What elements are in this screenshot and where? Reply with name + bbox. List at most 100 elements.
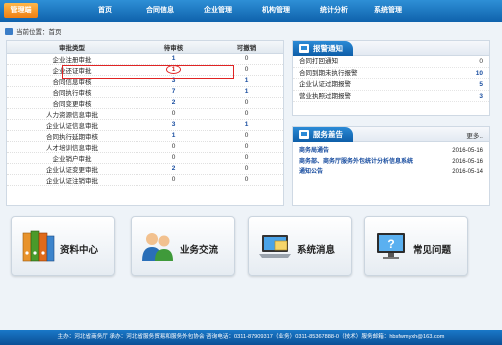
alert-count: 0 bbox=[479, 58, 483, 65]
table-row[interactable]: 企业销户审批 0 0 bbox=[7, 152, 283, 164]
audit-table-panel: 审批类型 待审核 可撤销 企业注册审批 1 0 企业还证审批 1 0 合同信息审核 3 1 合同执… bbox=[6, 40, 284, 206]
notices-title-tab: 服务盖告 bbox=[293, 126, 353, 142]
cell-revocable[interactable]: 1 bbox=[210, 86, 283, 98]
alerts-title-tab: 报警通知 bbox=[293, 40, 353, 56]
notice-date: 2016-05-16 bbox=[452, 158, 483, 165]
cell-revocable[interactable]: 0 bbox=[210, 152, 283, 164]
alert-count: 5 bbox=[479, 81, 483, 88]
highlight-circle: 1 bbox=[166, 65, 181, 74]
alerts-title: 报警通知 bbox=[313, 43, 343, 53]
cell-pending[interactable]: 0 bbox=[137, 108, 210, 120]
col-header-pending: 待审核 bbox=[137, 41, 210, 54]
laptop-icon bbox=[259, 235, 291, 258]
cell-pending[interactable]: 1 bbox=[137, 64, 210, 76]
col-header-type: 审批类型 bbox=[7, 41, 137, 54]
table-row[interactable]: 合同执行审核 7 1 bbox=[7, 86, 283, 98]
nav-statistics[interactable]: 统计分析 bbox=[314, 0, 354, 22]
alert-label: 合同打回通知 bbox=[299, 58, 338, 65]
col-header-revocable: 可撤销 bbox=[210, 41, 283, 54]
table-row[interactable]: 人才培训信息审批 0 0 bbox=[7, 141, 283, 153]
cell-type: 人力资源信息审批 bbox=[7, 108, 137, 120]
alerts-panel: 报警通知 合同打回通知 0 合同到期未执行报警 10 企业认证过期报警 5 营业执照过期报警… bbox=[292, 40, 490, 116]
notices-header: 服务盖告 更多.. bbox=[293, 126, 489, 142]
tile-business-exchange[interactable]: 业务交流 bbox=[131, 216, 235, 276]
notice-title-link[interactable]: 通知公告 bbox=[299, 167, 323, 178]
cell-revocable[interactable]: 0 bbox=[210, 174, 283, 186]
table-row[interactable]: 企业认证信息审批 3 1 bbox=[7, 119, 283, 131]
cell-revocable[interactable]: 1 bbox=[210, 75, 283, 87]
cell-type: 人才培训信息审批 bbox=[7, 141, 137, 153]
cell-revocable[interactable]: 0 bbox=[210, 97, 283, 109]
cell-type: 合同执行审核 bbox=[7, 86, 137, 98]
cell-revocable[interactable]: 0 bbox=[210, 108, 283, 120]
svg-text:?: ? bbox=[387, 237, 394, 251]
cell-revocable[interactable]: 1 bbox=[210, 119, 283, 131]
breadcrumb-text: 当前位置：首页 bbox=[16, 29, 62, 36]
notice-row: 商务局通告 2016-05-16 bbox=[293, 146, 489, 157]
tile-label: 系统消息 bbox=[297, 245, 336, 256]
cell-pending[interactable]: 0 bbox=[137, 141, 210, 153]
alerts-header: 报警通知 bbox=[293, 40, 489, 56]
cell-type: 合同变更审核 bbox=[7, 97, 137, 109]
cell-type: 企业销户审批 bbox=[7, 152, 137, 164]
nav-home[interactable]: 首页 bbox=[90, 0, 120, 22]
table-row[interactable]: 企业认证注销审批 0 0 bbox=[7, 174, 283, 186]
top-nav: 管理端 首页 合同信息 企业管理 机构管理 统计分析 系统管理 bbox=[0, 0, 502, 22]
cell-pending[interactable]: 7 bbox=[137, 86, 210, 98]
more-link[interactable]: 更多.. bbox=[466, 130, 483, 140]
cell-type: 企业认证变更审批 bbox=[7, 163, 137, 175]
table-row[interactable]: 合同执行延期审核 1 0 bbox=[7, 130, 283, 142]
alert-count: 10 bbox=[475, 69, 483, 77]
nav-admin[interactable]: 管理端 bbox=[4, 3, 38, 18]
cell-pending[interactable]: 1 bbox=[137, 53, 210, 65]
home-icon bbox=[5, 27, 13, 35]
notice-row: 商务部、商务厅服务外包统计分析信息系统 2016-05-16 bbox=[293, 157, 489, 168]
cell-pending[interactable]: 2 bbox=[137, 163, 210, 175]
table-row[interactable]: 人力资源信息审批 0 0 bbox=[7, 108, 283, 120]
monitor-help-icon: ? bbox=[377, 233, 405, 259]
cell-type: 企业认证注销审批 bbox=[7, 174, 137, 186]
cell-pending[interactable]: 3 bbox=[137, 75, 210, 87]
nav-enterprise[interactable]: 企业管理 bbox=[198, 0, 238, 22]
table-row[interactable]: 企业认证变更审批 2 0 bbox=[7, 163, 283, 175]
monitor-icon bbox=[299, 43, 309, 53]
notices-title: 服务盖告 bbox=[313, 129, 343, 139]
notice-title-link[interactable]: 商务部、商务厅服务外包统计分析信息系统 bbox=[299, 157, 413, 168]
tile-label: 业务交流 bbox=[180, 245, 219, 256]
alert-count: 3 bbox=[479, 92, 483, 100]
alert-row[interactable]: 合同打回通知 0 bbox=[293, 56, 489, 68]
notice-row: 通知公告 2016-05-14 bbox=[293, 167, 489, 178]
alert-row[interactable]: 合同到期未执行报警 10 bbox=[293, 68, 489, 79]
nav-contracts[interactable]: 合同信息 bbox=[140, 0, 180, 22]
tile-label: 常见问题 bbox=[413, 245, 452, 256]
cell-revocable[interactable]: 0 bbox=[210, 130, 283, 142]
cell-revocable[interactable]: 0 bbox=[210, 53, 283, 65]
nav-institution[interactable]: 机构管理 bbox=[256, 0, 296, 22]
alert-row[interactable]: 营业执照过期报警 3 bbox=[293, 91, 489, 102]
cell-pending[interactable]: 0 bbox=[137, 174, 210, 186]
alert-row[interactable]: 企业认证过期报警 5 bbox=[293, 79, 489, 91]
binders-icon bbox=[22, 230, 55, 262]
table-row[interactable]: 企业还证审批 1 0 bbox=[7, 64, 283, 76]
monitor-icon bbox=[299, 129, 309, 139]
cell-pending[interactable]: 0 bbox=[137, 152, 210, 164]
tile-resource-center[interactable]: 资料中心 bbox=[11, 216, 115, 276]
table-row[interactable]: 合同变更审核 2 0 bbox=[7, 97, 283, 109]
people-icon bbox=[142, 233, 173, 261]
cell-revocable[interactable]: 0 bbox=[210, 163, 283, 175]
tile-system-messages[interactable]: 系统消息 bbox=[248, 216, 352, 276]
cell-revocable[interactable]: 0 bbox=[210, 141, 283, 153]
cell-pending[interactable]: 3 bbox=[137, 119, 210, 131]
table-row[interactable]: 合同信息审核 3 1 bbox=[7, 75, 283, 87]
tile-faq[interactable]: ? 常见问题 bbox=[364, 216, 468, 276]
table-row[interactable]: 企业注册审批 1 0 bbox=[7, 53, 283, 65]
cell-pending[interactable]: 1 bbox=[137, 130, 210, 142]
notice-title-link[interactable]: 商务局通告 bbox=[299, 146, 329, 157]
nav-system[interactable]: 系统管理 bbox=[368, 0, 408, 22]
breadcrumb: 当前位置：首页 bbox=[5, 26, 62, 36]
cell-type: 企业注册审批 bbox=[7, 53, 137, 65]
cell-pending[interactable]: 2 bbox=[137, 97, 210, 109]
notices-list: 商务局通告 2016-05-16 商务部、商务厅服务外包统计分析信息系统 2016-0… bbox=[293, 142, 489, 178]
tile-label: 资料中心 bbox=[60, 245, 99, 256]
cell-revocable[interactable]: 0 bbox=[210, 64, 283, 76]
